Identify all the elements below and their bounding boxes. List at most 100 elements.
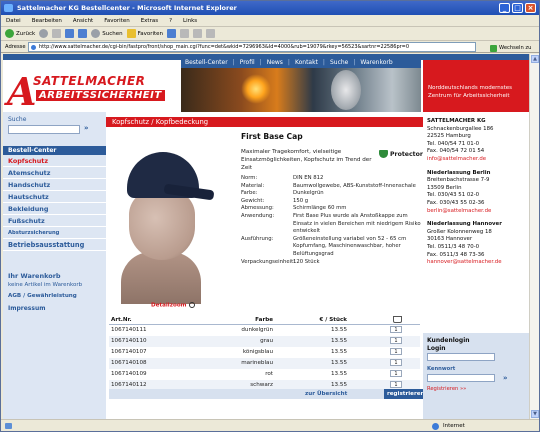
product-image[interactable]: [109, 132, 217, 304]
cart-status: keine Artikel im Warenkorb: [8, 282, 83, 288]
stop-icon[interactable]: [52, 29, 62, 38]
print-icon[interactable]: [206, 29, 216, 38]
menu-help[interactable]: ?: [169, 15, 172, 26]
table-row: 1067140111 dunkelgrün 13.55 1: [109, 325, 420, 336]
nav-item-handschutz[interactable]: Handschutz: [3, 179, 106, 191]
header-farbe: Farbe: [255, 317, 273, 323]
menu-datei[interactable]: Datei: [6, 15, 21, 26]
cell-farbe: grau: [260, 338, 273, 344]
menu-ansicht[interactable]: Ansicht: [73, 15, 93, 26]
browser-window: Sattelmacher KG Bestellcenter - Microsof…: [0, 0, 540, 432]
nav-item-hautschutz[interactable]: Hautschutz: [3, 191, 106, 203]
nav-suche[interactable]: Suche: [326, 59, 352, 66]
cart-icon: [393, 316, 402, 323]
nav-item-absturzsicherung[interactable]: Absturzsicherung: [3, 227, 106, 239]
spec-row: Anwendung: First Base Plus wurde als Anst…: [241, 213, 421, 236]
forward-arrow-icon[interactable]: [39, 29, 49, 38]
detail-zoom-link[interactable]: Detailzoom: [151, 302, 195, 309]
cell-qty: 1: [361, 369, 420, 380]
minimize-button[interactable]: _: [499, 3, 510, 13]
quantity-input[interactable]: 1: [390, 359, 402, 366]
table-row: 1067140108 marineblau 13.55 1: [109, 358, 420, 369]
search-go-button[interactable]: »: [84, 124, 89, 132]
login-title-line1: Kundenlogin: [427, 337, 470, 344]
contact-email[interactable]: berlin@sattelmacher.de: [427, 208, 527, 216]
scroll-down-icon[interactable]: ▼: [531, 410, 539, 418]
password-input[interactable]: [427, 374, 495, 382]
cart-title[interactable]: Ihr Warenkorb: [8, 272, 61, 280]
register-link[interactable]: Registrieren »»: [427, 386, 466, 392]
table-header: Art.Nr. Farbe € / Stück: [109, 315, 420, 325]
tagline-box: Norddeutschlands modernstes Zentrum für …: [423, 60, 529, 112]
contact-line: Tel. 030/43 51 02-0: [427, 192, 480, 199]
quantity-input[interactable]: 1: [390, 326, 402, 333]
overview-link[interactable]: zur Übersicht: [305, 389, 347, 399]
nav-bestell-center[interactable]: Bestell-Center: [181, 59, 232, 66]
nav-item-fussschutz[interactable]: Fußschutz: [3, 215, 106, 227]
contact-email[interactable]: info@sattelmacher.de: [427, 156, 527, 164]
register-button[interactable]: registrieren: [384, 389, 428, 399]
favorites-star-icon: [126, 29, 136, 38]
cell-preis: 13.55: [330, 338, 347, 344]
back-button[interactable]: Zurück: [5, 27, 35, 41]
cell-qty: 1: [361, 347, 420, 358]
refresh-icon[interactable]: [65, 29, 75, 38]
spec-key: Gewicht:: [241, 197, 265, 204]
top-navigation: Bestell-Center | Profil | News | Kontakt | S…: [181, 56, 421, 68]
menu-extras[interactable]: Extras: [141, 15, 158, 26]
cell-qty: 1: [361, 325, 420, 336]
scroll-up-icon[interactable]: ▲: [531, 55, 539, 63]
login-go-button[interactable]: »: [503, 374, 508, 382]
nav-item-atemschutz[interactable]: Atemschutz: [3, 167, 106, 179]
menu-favoriten[interactable]: Favoriten: [104, 15, 129, 26]
address-bar: Adresse http://www.sattelmacher.de/cgi-b…: [1, 41, 539, 53]
logo[interactable]: A SATTELMACHER ARBEITSSICHERHEIT: [3, 60, 181, 112]
spec-row: Norm: DIN EN 812: [241, 175, 421, 183]
search-button[interactable]: Suchen: [91, 27, 123, 41]
home-icon[interactable]: [78, 29, 88, 38]
login-input[interactable]: [427, 353, 495, 361]
cell-farbe: königsblau: [242, 349, 273, 355]
spec-value: 120 Stück: [293, 258, 320, 265]
login-title-line2: Login: [427, 345, 446, 352]
vertical-scrollbar[interactable]: ▲ ▼: [529, 54, 539, 419]
quantity-input[interactable]: 1: [390, 370, 402, 377]
mail-icon[interactable]: [193, 29, 203, 38]
nav-header: Bestell-Center: [3, 146, 106, 155]
contact-email[interactable]: hannover@sattelmacher.de: [427, 259, 527, 267]
impressum-link[interactable]: Impressum: [8, 305, 45, 312]
nav-warenkorb[interactable]: Warenkorb: [356, 59, 396, 66]
nav-kontakt[interactable]: Kontakt: [291, 59, 322, 66]
ie-icon: [4, 4, 13, 12]
menubar: Datei Bearbeiten Ansicht Favoriten Extra…: [1, 15, 539, 27]
quantity-input[interactable]: 1: [390, 337, 402, 344]
contact-line: Fax. 030/43 55 02-36: [427, 199, 485, 206]
nav-item-kopfschutz[interactable]: Kopfschutz: [3, 155, 106, 167]
menu-links[interactable]: Links: [183, 15, 197, 26]
magnifier-icon: [188, 302, 195, 308]
go-button[interactable]: Wechseln zu: [490, 42, 531, 54]
media-icon[interactable]: [167, 29, 177, 38]
maximize-button[interactable]: □: [512, 3, 523, 13]
menu-bearbeiten[interactable]: Bearbeiten: [32, 15, 62, 26]
header-artnr: Art.Nr.: [111, 317, 132, 323]
nav-item-betriebsausstattung[interactable]: Betriebsausstattung: [3, 239, 106, 251]
spec-row: Farbe: Dunkelgrün: [241, 190, 421, 198]
favorites-button[interactable]: Favoriten: [126, 27, 163, 41]
nav-item-bekleidung[interactable]: Bekleidung: [3, 203, 106, 215]
quantity-input[interactable]: 1: [390, 381, 402, 388]
close-button[interactable]: ×: [525, 3, 536, 13]
variant-table: Art.Nr. Farbe € / Stück 1067140111 dunke…: [109, 315, 420, 391]
contact-line: Tel. 040/54 71 01-0: [427, 140, 480, 147]
quantity-input[interactable]: 1: [390, 348, 402, 355]
cell-artnr: 1067140107: [111, 349, 147, 355]
nav-profil[interactable]: Profil: [236, 59, 259, 66]
cell-qty: 1: [361, 358, 420, 369]
agb-link[interactable]: AGB / Gewährleistung: [8, 293, 77, 299]
search-input[interactable]: [8, 125, 80, 134]
password-label: Kennwort: [427, 366, 456, 372]
address-input[interactable]: http://www.sattelmacher.de/cgi-bin/fastp…: [28, 42, 476, 52]
nav-news[interactable]: News: [263, 59, 287, 66]
spec-row: Ausführung: Größeneinstellung variabel vo…: [241, 236, 421, 259]
history-icon[interactable]: [180, 29, 190, 38]
